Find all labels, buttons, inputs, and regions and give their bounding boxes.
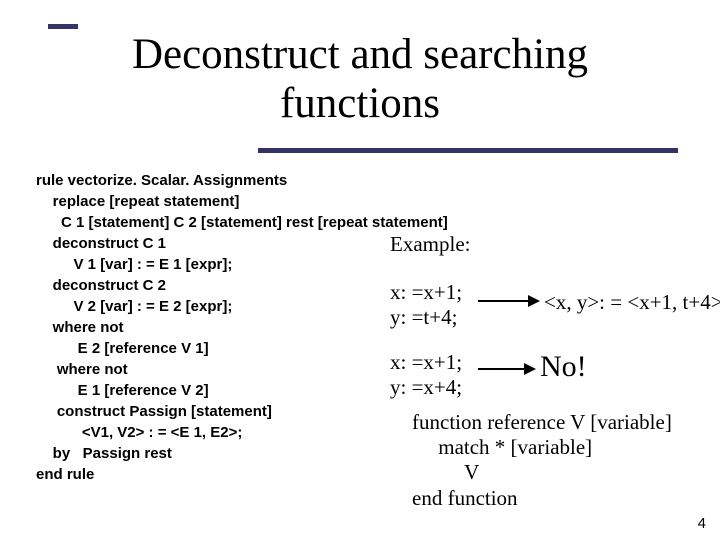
- example-label: Example:: [390, 232, 470, 257]
- title-line1: Deconstruct and searching functions: [132, 30, 588, 129]
- function-code-block: function reference V [variable] match * …: [412, 410, 672, 511]
- page-number: 4: [698, 515, 706, 532]
- example1-output: <x, y>: = <x+1, t+4>;: [544, 290, 720, 315]
- rule-code-block: rule vectorize. Scalar. Assignments repl…: [36, 170, 448, 485]
- arrow-icon: [478, 368, 534, 370]
- slide-title: Deconstruct and searching functions: [0, 30, 720, 129]
- accent-bar-top: [48, 24, 78, 29]
- slide: Deconstruct and searching functions rule…: [0, 0, 720, 540]
- example2-input: x: =x+1; y: =x+4;: [390, 350, 462, 400]
- example2-output: No!: [540, 350, 587, 384]
- arrow-icon: [478, 300, 538, 302]
- accent-bar-bottom: [258, 148, 678, 153]
- example1-input: x: =x+1; y: =t+4;: [390, 280, 462, 330]
